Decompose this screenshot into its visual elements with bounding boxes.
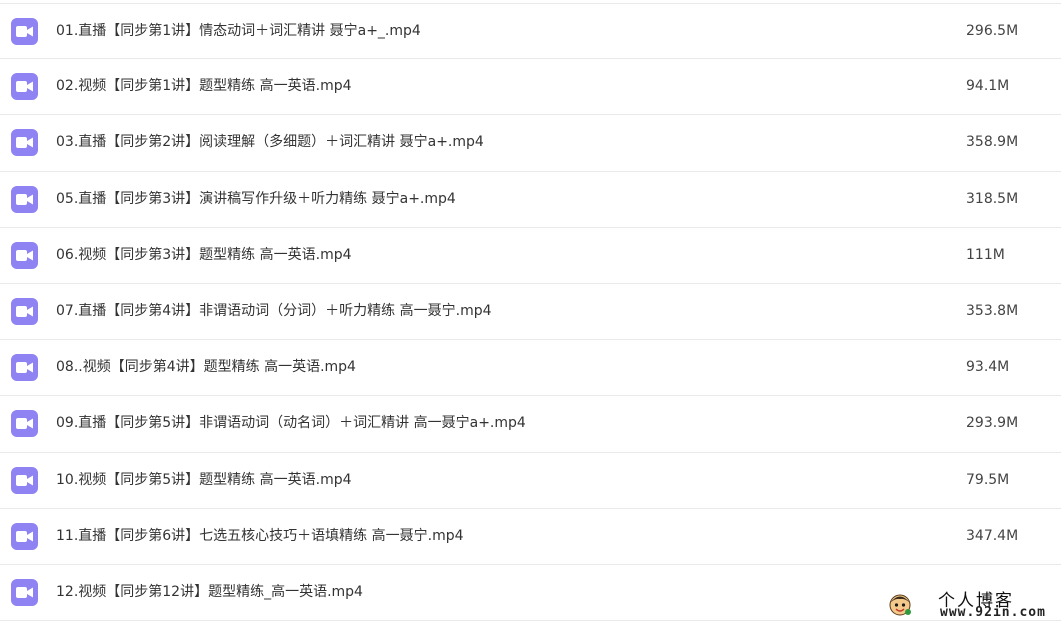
file-name[interactable]: 11.直播【同步第6讲】七选五核心技巧＋语填精练 高一聂宁.mp4 (56, 509, 464, 564)
file-name[interactable]: 07.直播【同步第4讲】非谓语动词（分词）＋听力精练 高一聂宁.mp4 (56, 284, 492, 339)
file-size: 79.5M (966, 471, 1010, 488)
cartoon-face-icon (889, 594, 911, 616)
video-file-icon (11, 73, 38, 101)
file-name[interactable]: 10.视频【同步第5讲】题型精练 高一英语.mp4 (56, 453, 352, 508)
video-file-icon (11, 241, 38, 269)
file-row-9[interactable]: 11.直播【同步第6讲】七选五核心技巧＋语填精练 高一聂宁.mp4 347.4M (0, 509, 1061, 565)
file-name[interactable]: 12.视频【同步第12讲】题型精练_高一英语.mp4 (56, 565, 363, 620)
file-name[interactable]: 06.视频【同步第3讲】题型精练 高一英语.mp4 (56, 228, 352, 283)
file-row-1[interactable]: 02.视频【同步第1讲】题型精练 高一英语.mp4 94.1M (0, 59, 1061, 116)
video-file-icon (11, 18, 38, 45)
file-row-5[interactable]: 07.直播【同步第4讲】非谓语动词（分词）＋听力精练 高一聂宁.mp4 353.… (0, 284, 1061, 341)
file-name[interactable]: 02.视频【同步第1讲】题型精练 高一英语.mp4 (56, 59, 352, 114)
file-row-2[interactable]: 03.直播【同步第2讲】阅读理解（多细题）＋词汇精讲 聂宁a+.mp4 358.… (0, 115, 1061, 172)
file-size: 111M (966, 246, 1005, 263)
video-file-icon (11, 129, 38, 157)
file-row-0[interactable]: 01.直播【同步第1讲】情态动词＋词汇精讲 聂宁a+_.mp4 296.5M (0, 3, 1061, 60)
file-row-6[interactable]: 08..视频【同步第4讲】题型精练 高一英语.mp4 93.4M (0, 340, 1061, 397)
file-name[interactable]: 01.直播【同步第1讲】情态动词＋词汇精讲 聂宁a+_.mp4 (56, 4, 421, 59)
file-size: 293.9M (966, 415, 1019, 432)
file-size: 318.5M (966, 190, 1019, 207)
video-file-icon (11, 466, 38, 494)
video-file-icon (11, 297, 38, 325)
file-name[interactable]: 09.直播【同步第5讲】非谓语动词（动名词）＋词汇精讲 高一聂宁a+.mp4 (56, 396, 526, 451)
file-row-4[interactable]: 06.视频【同步第3讲】题型精练 高一英语.mp4 111M (0, 228, 1061, 284)
video-file-icon (11, 185, 38, 213)
file-size: 353.8M (966, 302, 1019, 319)
file-name[interactable]: 03.直播【同步第2讲】阅读理解（多细题）＋词汇精讲 聂宁a+.mp4 (56, 115, 484, 170)
watermark-url: www.92in.com (940, 605, 1046, 620)
site-watermark: 个人博客 www.92in.com (886, 586, 1056, 622)
video-file-icon (11, 410, 38, 438)
file-size: 358.9M (966, 134, 1019, 151)
file-size: 347.4M (966, 527, 1019, 544)
file-size: 94.1M (966, 78, 1010, 95)
file-name[interactable]: 08..视频【同步第4讲】题型精练 高一英语.mp4 (56, 340, 356, 395)
file-list: 01.直播【同步第1讲】情态动词＋词汇精讲 聂宁a+_.mp4 296.5M 0… (0, 3, 1061, 622)
file-row-3[interactable]: 05.直播【同步第3讲】演讲稿写作升级＋听力精练 聂宁a+.mp4 318.5M (0, 172, 1061, 228)
file-size: 296.5M (966, 23, 1019, 39)
file-size: 93.4M (966, 359, 1010, 376)
file-row-8[interactable]: 10.视频【同步第5讲】题型精练 高一英语.mp4 79.5M (0, 453, 1061, 509)
file-row-7[interactable]: 09.直播【同步第5讲】非谓语动词（动名词）＋词汇精讲 高一聂宁a+.mp4 2… (0, 396, 1061, 453)
video-file-icon (11, 522, 38, 550)
video-file-icon (11, 578, 38, 606)
file-name[interactable]: 05.直播【同步第3讲】演讲稿写作升级＋听力精练 聂宁a+.mp4 (56, 172, 456, 227)
video-file-icon (11, 354, 38, 382)
